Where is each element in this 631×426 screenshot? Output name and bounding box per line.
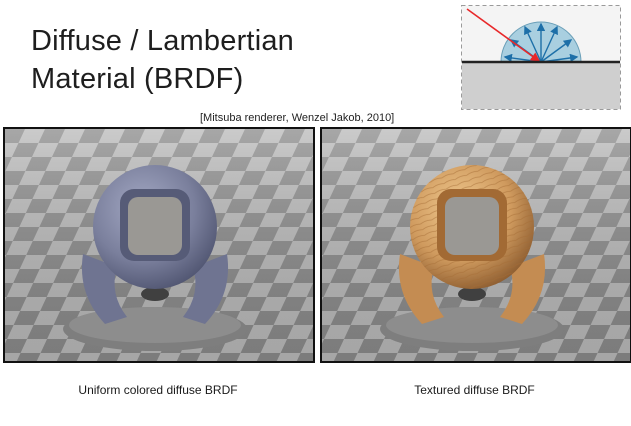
sphere-window	[128, 197, 182, 255]
pedestal-stem	[458, 287, 486, 301]
title-line-1: Diffuse / Lambertian	[31, 25, 294, 57]
caption-textured: Textured diffuse BRDF	[414, 383, 535, 397]
diffuse-brdf-diagram	[461, 5, 621, 110]
slide-title: Diffuse / Lambertian Material (BRDF)	[31, 22, 294, 98]
pedestal-base	[69, 307, 241, 343]
caption-uniform: Uniform colored diffuse BRDF	[78, 383, 238, 397]
sphere-window	[445, 197, 499, 255]
pedestal-base	[386, 307, 558, 343]
slide: Diffuse / Lambertian Material (BRDF) [Mi…	[0, 0, 631, 426]
render-uniform-diffuse	[3, 127, 315, 363]
render-textured-diffuse	[320, 127, 631, 363]
pedestal-stem	[141, 287, 169, 301]
citation: [Mitsuba renderer, Wenzel Jakob, 2010]	[200, 112, 395, 124]
diagram-ground	[462, 62, 620, 109]
title-line-2: Material (BRDF)	[31, 63, 244, 95]
